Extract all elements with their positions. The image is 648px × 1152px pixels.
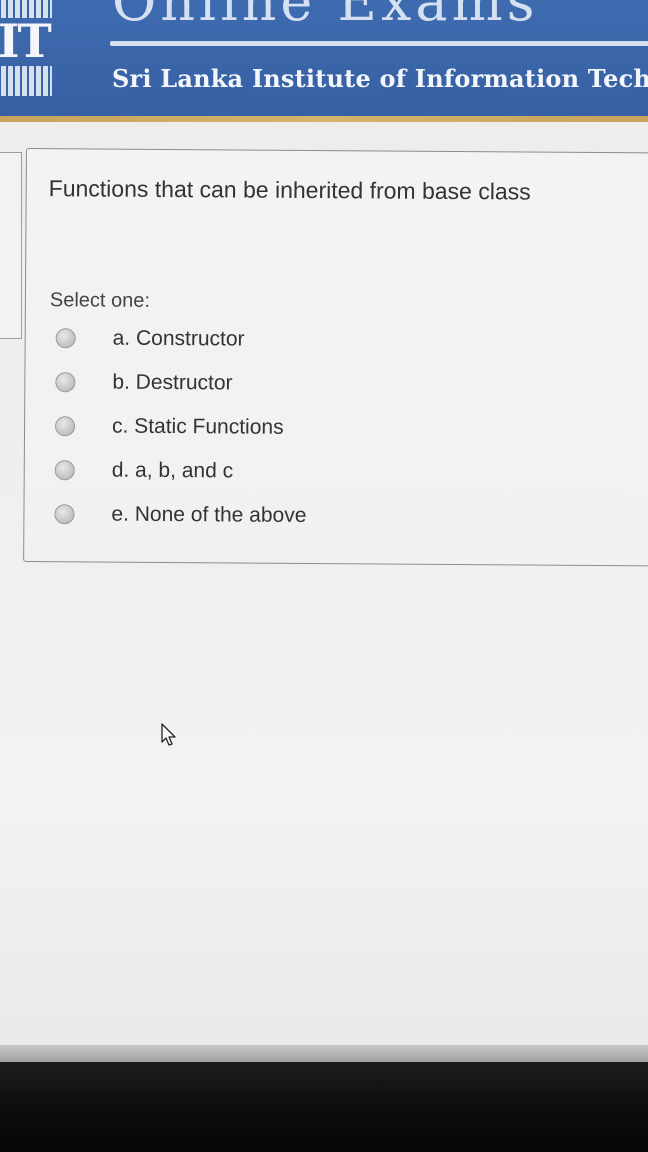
radio-button[interactable] bbox=[55, 328, 76, 349]
logo-grid-bottom bbox=[0, 66, 52, 96]
radio-button[interactable] bbox=[54, 504, 75, 525]
option-label: d. a, b, and c bbox=[111, 458, 234, 483]
answer-options: Select one: a. Constructor b. Destructor… bbox=[34, 289, 648, 540]
institute-logo: IT bbox=[0, 0, 52, 112]
radio-button[interactable] bbox=[54, 416, 76, 437]
question-text: Functions that can be inherited from bas… bbox=[48, 175, 531, 205]
header-stripe bbox=[0, 116, 648, 122]
option-a[interactable]: a. Constructor bbox=[36, 316, 648, 364]
question-card: Functions that can be inherited from bas… bbox=[23, 148, 648, 567]
header-banner: IT Online Exams Sri Lanka Institute of I… bbox=[0, 0, 648, 122]
option-label: b. Destructor bbox=[112, 370, 233, 395]
radio-button[interactable] bbox=[54, 460, 75, 481]
select-one-label: Select one: bbox=[49, 289, 151, 312]
option-c[interactable]: c. Static Functions bbox=[35, 404, 648, 452]
option-b[interactable]: b. Destructor bbox=[35, 360, 648, 408]
option-label: a. Constructor bbox=[112, 326, 245, 351]
option-d[interactable]: d. a, b, and c bbox=[35, 448, 648, 496]
option-label: c. Static Functions bbox=[111, 414, 284, 439]
logo-text: IT bbox=[0, 14, 52, 68]
question-info-box bbox=[0, 152, 22, 339]
institute-name: Sri Lanka Institute of Information Tech bbox=[112, 64, 648, 93]
radio-button[interactable] bbox=[55, 372, 76, 393]
screen: IT Online Exams Sri Lanka Institute of I… bbox=[0, 0, 648, 1152]
monitor-bezel bbox=[0, 1062, 648, 1152]
page-title: Online Exams bbox=[112, 0, 539, 33]
header-divider bbox=[110, 41, 648, 46]
mouse-pointer-icon bbox=[161, 723, 176, 746]
option-label: e. None of the above bbox=[111, 502, 307, 527]
option-e[interactable]: e. None of the above bbox=[34, 492, 648, 540]
